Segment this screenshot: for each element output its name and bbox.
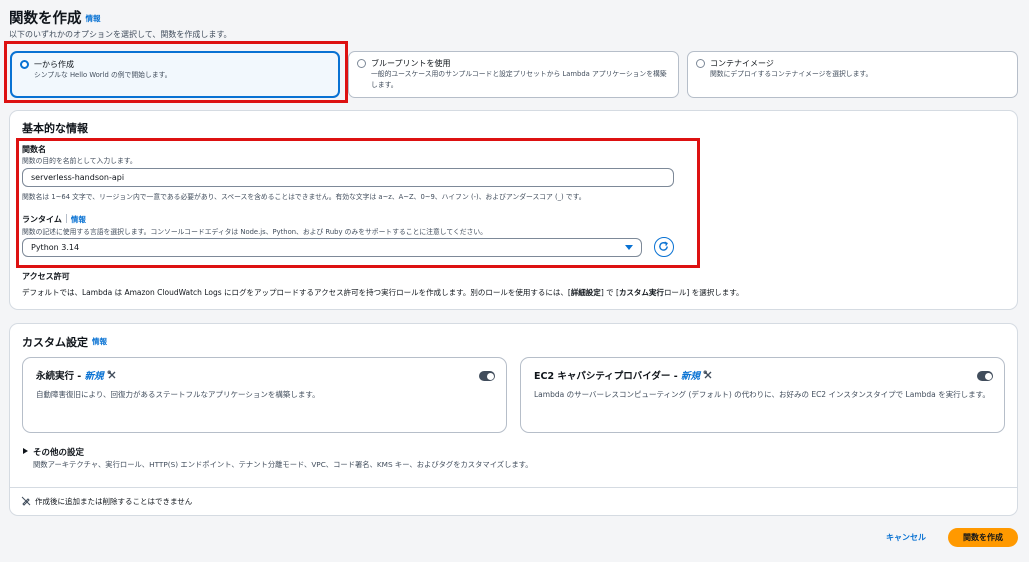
durable-execution-toggle[interactable]	[479, 371, 495, 381]
refresh-button[interactable]	[654, 237, 674, 257]
immutable-note: 作成後に追加または削除することはできません	[35, 497, 193, 506]
option-author-from-scratch[interactable]: 一から作成 シンプルな Hello World の例で開始します。	[10, 51, 340, 98]
expand-triangle-icon[interactable]	[23, 448, 28, 454]
radio-unselected-icon[interactable]	[357, 59, 366, 68]
no-edit-icon	[21, 496, 31, 506]
custom-info-link[interactable]: 情報	[92, 337, 107, 346]
custom-settings-title: カスタム設定 情報	[22, 334, 107, 350]
ec2-capacity-title: EC2 キャパシティプロバイダー - 新規	[534, 368, 713, 382]
permissions-label: アクセス許可	[22, 272, 70, 281]
runtime-desc: 関数の記述に使用する言語を選択します。コンソールコードエディタは Node.js…	[22, 228, 487, 236]
tools-icon	[703, 370, 712, 379]
option-title: 一から作成	[34, 60, 74, 69]
option-container-image[interactable]: コンテナイメージ 関数にデプロイするコンテナイメージを選択します。	[687, 51, 1018, 98]
tools-icon	[107, 370, 116, 379]
new-badge: 新規	[681, 371, 701, 382]
refresh-icon	[659, 241, 668, 251]
function-name-label: 関数名	[22, 145, 46, 154]
permissions-desc-mid: ] で [	[600, 288, 619, 297]
runtime-info-link[interactable]: 情報	[71, 215, 86, 224]
permissions-desc: デフォルトでは、Lambda は Amazon CloudWatch Logs …	[22, 287, 744, 298]
permissions-desc-pre: デフォルトでは、Lambda は Amazon CloudWatch Logs …	[22, 288, 571, 297]
page-subtitle: 以下のいずれかのオプションを選択して、関数を作成します。	[9, 30, 232, 39]
function-name-constraint: 関数名は 1~64 文字で、リージョン内で一意である必要があり、スペースを含める…	[22, 193, 586, 201]
option-title: コンテナイメージ	[710, 59, 774, 68]
ec2-capacity-card: EC2 キャパシティプロバイダー - 新規 Lambda のサーバーレスコンピュ…	[520, 357, 1005, 433]
permissions-desc-post: ロール] を選択します。	[663, 288, 744, 297]
custom-settings-title-text: カスタム設定	[22, 336, 88, 349]
info-link[interactable]: 情報	[86, 14, 101, 23]
function-name-desc: 関数の目的を名前として入力します。	[22, 157, 137, 165]
runtime-label-row: ランタイム 情報	[22, 214, 86, 225]
radio-selected-icon[interactable]	[20, 60, 29, 69]
divider	[9, 487, 1018, 488]
runtime-select[interactable]: Python 3.14	[22, 238, 642, 257]
option-desc: 関数にデプロイするコンテナイメージを選択します。	[710, 70, 873, 78]
function-name-input[interactable]	[22, 168, 674, 187]
permissions-desc-advanced: 詳細設定	[570, 288, 601, 297]
new-badge: 新規	[84, 371, 104, 382]
ec2-title-text: EC2 キャパシティプロバイダー -	[534, 371, 681, 382]
option-title: ブループリントを使用	[371, 59, 451, 68]
option-desc: 一般的ユースケース用のサンプルコードと設定プリセットから Lambda アプリケ…	[371, 70, 667, 89]
durable-execution-desc: 自動障害復旧により、回復力があるステートフルなアプリケーションを構築します。	[36, 390, 320, 399]
runtime-select-value: Python 3.14	[31, 243, 80, 252]
page-title: 関数を作成 情報	[9, 7, 101, 28]
runtime-label: ランタイム	[22, 215, 62, 224]
basic-info-title: 基本的な情報	[22, 122, 88, 135]
option-use-blueprint[interactable]: ブループリントを使用 一般的ユースケース用のサンプルコードと設定プリセットから …	[348, 51, 679, 98]
ec2-capacity-desc: Lambda のサーバーレスコンピューティング (デフォルト) の代わりに、お好…	[534, 390, 990, 399]
durable-title-text: 永続実行 -	[36, 371, 85, 382]
radio-unselected-icon[interactable]	[696, 59, 705, 68]
other-settings-desc: 関数アーキテクチャ、実行ロール、HTTP(S) エンドポイント、テナント分離モー…	[33, 460, 533, 469]
permissions-desc-custom: カスタム実行	[618, 288, 664, 297]
ec2-capacity-toggle[interactable]	[977, 371, 993, 381]
page-title-text: 関数を作成	[9, 11, 82, 27]
caret-down-icon	[625, 245, 633, 250]
durable-execution-title: 永続実行 - 新規	[36, 368, 117, 382]
divider	[65, 214, 67, 223]
cancel-button[interactable]: キャンセル	[886, 532, 926, 543]
durable-execution-card: 永続実行 - 新規 自動障害復旧により、回復力があるステートフルなアプリケーショ…	[22, 357, 507, 433]
basic-info-container	[9, 110, 1018, 310]
option-desc: シンプルな Hello World の例で開始します。	[34, 71, 172, 79]
other-settings-toggle[interactable]: その他の設定	[33, 446, 84, 458]
create-function-button[interactable]: 関数を作成	[948, 528, 1018, 547]
